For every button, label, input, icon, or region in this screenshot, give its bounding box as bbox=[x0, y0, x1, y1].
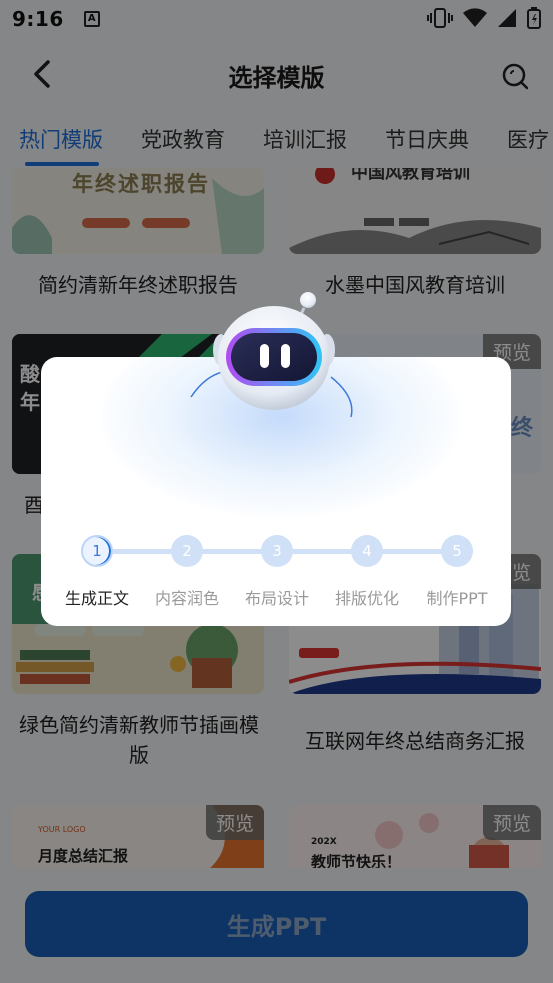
step-2-indicator: 2 bbox=[171, 535, 203, 567]
progress-steps: 1 2 3 4 5 生成正文 内容润色 布局设计 排版优化 制作PPT bbox=[41, 535, 511, 615]
robot-mascot-icon bbox=[213, 292, 335, 410]
step-4-label: 排版优化 bbox=[334, 589, 399, 608]
step-2-label: 内容润色 bbox=[154, 589, 219, 608]
step-1-label: 生成正文 bbox=[64, 589, 129, 608]
step-4-indicator: 4 bbox=[351, 535, 383, 567]
step-3-indicator: 3 bbox=[261, 535, 293, 567]
step-1-indicator: 1 bbox=[81, 535, 113, 567]
step-5-label: 制作PPT bbox=[426, 589, 488, 608]
step-3-label: 布局设计 bbox=[244, 589, 309, 608]
step-5-indicator: 5 bbox=[441, 535, 473, 567]
